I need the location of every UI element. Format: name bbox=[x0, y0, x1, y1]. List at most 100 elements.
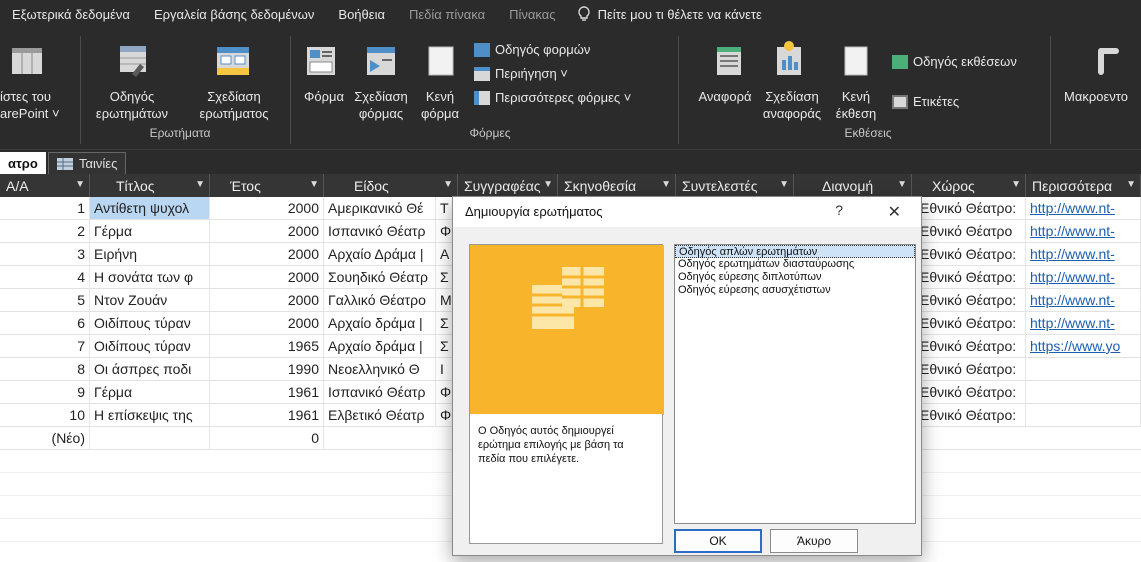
cell-genre[interactable]: Γαλλικό Θέατρο bbox=[324, 289, 436, 311]
cell-title[interactable]: Οι άσπρες ποδι bbox=[90, 358, 210, 380]
navigation-button[interactable]: Περιήγηση ˅ bbox=[474, 66, 568, 81]
cell-title[interactable]: Αντίθετη ψυχολ bbox=[90, 197, 210, 219]
cell-title[interactable]: Γέρμα bbox=[90, 220, 210, 242]
cell-title[interactable]: Ντον Ζουάν bbox=[90, 289, 210, 311]
macro-button[interactable]: Μακροεντο bbox=[1064, 88, 1141, 105]
cell-id[interactable]: 10 bbox=[0, 404, 90, 426]
close-icon[interactable]: ✕ bbox=[888, 202, 901, 222]
cell-venue[interactable]: Εθνικό Θέατρο bbox=[912, 220, 1026, 242]
cell-year[interactable]: 2000 bbox=[210, 197, 324, 219]
cell-year[interactable]: 2000 bbox=[210, 289, 324, 311]
form-design-button[interactable]: Σχεδίαση φόρμας bbox=[348, 88, 414, 122]
cell-more-link[interactable] bbox=[1026, 358, 1141, 380]
column-header-author[interactable]: Συγγραφέας ▼ bbox=[458, 174, 558, 197]
cell-genre[interactable]: Ελβετικό Θέατρ bbox=[324, 404, 436, 426]
cell-title[interactable]: Ειρήνη bbox=[90, 243, 210, 265]
cell-venue[interactable]: Εθνικό Θέατρο: bbox=[912, 243, 1026, 265]
cell-title[interactable] bbox=[90, 427, 210, 449]
cell-id[interactable]: 7 bbox=[0, 335, 90, 357]
cell-id[interactable]: 4 bbox=[0, 266, 90, 288]
more-forms-button[interactable]: Περισσότερες φόρμες ˅ bbox=[474, 90, 631, 105]
cell-genre[interactable]: Ισπανικό Θέατρ bbox=[324, 220, 436, 242]
help-button[interactable]: ? bbox=[835, 202, 843, 218]
cell-genre[interactable]: Ισπανικό Θέατρ bbox=[324, 381, 436, 403]
cell-title[interactable]: Οιδίπους τύραν bbox=[90, 312, 210, 334]
ok-button[interactable]: OK bbox=[674, 529, 762, 553]
cell-title[interactable]: Η επίσκεψις της bbox=[90, 404, 210, 426]
menu-database-tools[interactable]: Εργαλεία βάσης δεδομένων bbox=[142, 7, 326, 22]
form-button[interactable]: Φόρμα bbox=[300, 88, 348, 105]
report-wizard-button[interactable]: Οδηγός εκθέσεων bbox=[892, 54, 1017, 69]
tell-me-box[interactable]: Πείτε μου τι θέλετε να κάνετε bbox=[577, 6, 762, 22]
cell-id[interactable]: 8 bbox=[0, 358, 90, 380]
cell-more-link[interactable]: http://www.nt- bbox=[1026, 243, 1141, 265]
cell-id[interactable]: 5 bbox=[0, 289, 90, 311]
cell-venue[interactable]: Εθνικό Θέατρο: bbox=[912, 289, 1026, 311]
cell-year[interactable]: 1965 bbox=[210, 335, 324, 357]
column-header-venue[interactable]: Χώρος ▼ bbox=[912, 174, 1026, 197]
report-button[interactable]: Αναφορά bbox=[690, 88, 760, 105]
cell-more-link[interactable]: http://www.nt- bbox=[1026, 266, 1141, 288]
cell-year[interactable]: 2000 bbox=[210, 220, 324, 242]
tab-theatre[interactable]: ατρο bbox=[0, 152, 46, 174]
cell-year[interactable]: 2000 bbox=[210, 312, 324, 334]
cell-id[interactable]: (Νέο) bbox=[0, 427, 90, 449]
column-header-year[interactable]: Έτος ▼ bbox=[210, 174, 324, 197]
labels-button[interactable]: Ετικέτες bbox=[892, 94, 959, 109]
cell-genre[interactable]: Νεοελληνικό Θ bbox=[324, 358, 436, 380]
cell-genre[interactable]: Αρχαίο δράμα | bbox=[324, 335, 436, 357]
column-header-cast[interactable]: Διανομή ▼ bbox=[794, 174, 912, 197]
cell-more-link[interactable]: https://www.yo bbox=[1026, 335, 1141, 357]
form-wizard-button[interactable]: Οδηγός φορμών bbox=[474, 42, 590, 57]
cell-id[interactable]: 3 bbox=[0, 243, 90, 265]
cell-more-link[interactable] bbox=[1026, 381, 1141, 403]
cell-venue[interactable]: Εθνικό Θέατρο: bbox=[912, 358, 1026, 380]
cell-venue[interactable]: Εθνικό Θέατρο: bbox=[912, 312, 1026, 334]
cell-more-link[interactable]: http://www.nt- bbox=[1026, 312, 1141, 334]
cell-title[interactable]: Η σονάτα των φ bbox=[90, 266, 210, 288]
menu-help[interactable]: Βοήθεια bbox=[326, 7, 397, 22]
wizard-options-list[interactable]: Οδηγός απλών ερωτημάτων Οδηγός ερωτημάτω… bbox=[674, 244, 916, 524]
cell-venue[interactable]: Εθνικό Θέατρο: bbox=[912, 335, 1026, 357]
cell-more-link[interactable]: http://www.nt- bbox=[1026, 197, 1141, 219]
cell-venue[interactable]: Εθνικό Θέατρο: bbox=[912, 266, 1026, 288]
cell-venue[interactable]: Εθνικό Θέατρο: bbox=[912, 404, 1026, 426]
cell-genre[interactable]: Αμερικανικό Θέ bbox=[324, 197, 436, 219]
cell-genre[interactable]: Αρχαίο Δράμα | bbox=[324, 243, 436, 265]
cell-year[interactable]: 2000 bbox=[210, 243, 324, 265]
cell-year[interactable]: 2000 bbox=[210, 266, 324, 288]
list-item[interactable]: Οδηγός απλών ερωτημάτων bbox=[675, 245, 915, 258]
column-header-more[interactable]: Περισσότερα ▼ bbox=[1026, 174, 1141, 197]
cell-title[interactable]: Οιδίπους τύραν bbox=[90, 335, 210, 357]
cell-year[interactable]: 1961 bbox=[210, 381, 324, 403]
cell-venue[interactable]: Εθνικό Θέατρο: bbox=[912, 381, 1026, 403]
list-item[interactable]: Οδηγός εύρεσης διπλοτύπων bbox=[675, 271, 915, 284]
blank-report-button[interactable]: Κενή έκθεση bbox=[832, 88, 880, 122]
cell-genre[interactable]: Σουηδικό Θέατρ bbox=[324, 266, 436, 288]
cell-year[interactable]: 0 bbox=[210, 427, 324, 449]
cell-id[interactable]: 1 bbox=[0, 197, 90, 219]
cell-id[interactable]: 2 bbox=[0, 220, 90, 242]
blank-form-button[interactable]: Κενή φόρμα bbox=[420, 88, 460, 122]
query-wizard-button[interactable]: Οδηγός ερωτημάτων bbox=[88, 88, 176, 122]
cell-more-link[interactable] bbox=[1026, 404, 1141, 426]
column-header-id[interactable]: Α/Α ▼ bbox=[0, 174, 90, 197]
cell-genre[interactable]: Αρχαίο δράμα | bbox=[324, 312, 436, 334]
sharepoint-lists-button[interactable]: ίστες του arePoint ˅ bbox=[0, 88, 60, 122]
menu-table-fields[interactable]: Πεδία πίνακα bbox=[397, 7, 497, 22]
cell-title[interactable]: Γέρμα bbox=[90, 381, 210, 403]
cell-id[interactable]: 6 bbox=[0, 312, 90, 334]
cell-venue[interactable]: Εθνικό Θέατρο: bbox=[912, 197, 1026, 219]
cell-year[interactable]: 1961 bbox=[210, 404, 324, 426]
column-header-title[interactable]: Τίτλος ▼ bbox=[90, 174, 210, 197]
report-design-button[interactable]: Σχεδίαση αναφοράς bbox=[756, 88, 828, 122]
column-header-director[interactable]: Σκηνοθεσία ▼ bbox=[558, 174, 676, 197]
column-header-contributors[interactable]: Συντελεστές ▼ bbox=[676, 174, 794, 197]
cancel-button[interactable]: Άκυρο bbox=[770, 529, 858, 553]
menu-external-data[interactable]: Εξωτερικά δεδομένα bbox=[0, 7, 142, 22]
menu-table[interactable]: Πίνακας bbox=[497, 7, 567, 22]
tab-movies[interactable]: Ταινίες bbox=[48, 152, 127, 174]
list-item[interactable]: Οδηγός ερωτημάτων διασταύρωσης bbox=[675, 258, 915, 271]
cell-more-link[interactable]: http://www.nt- bbox=[1026, 220, 1141, 242]
query-design-button[interactable]: Σχεδίαση ερωτήματος bbox=[194, 88, 274, 122]
